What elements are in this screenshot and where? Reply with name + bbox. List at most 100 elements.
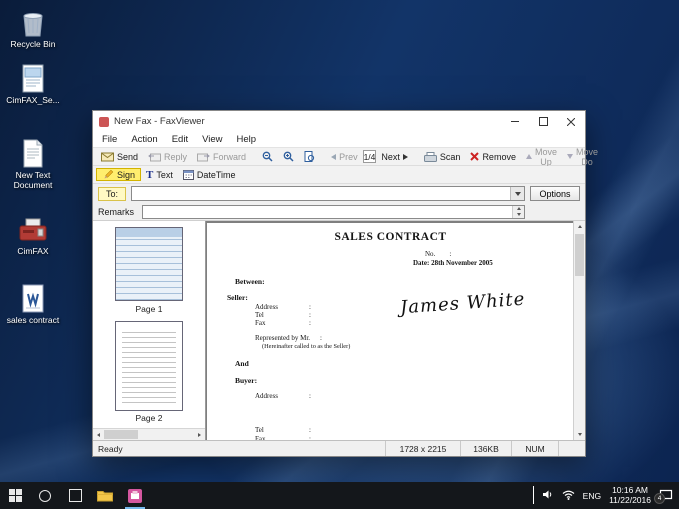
task-view-button[interactable]: [60, 482, 90, 509]
address-colon: :: [309, 303, 311, 311]
fit-page-button[interactable]: [299, 149, 320, 164]
cimfax-taskbar-button[interactable]: [120, 482, 150, 509]
menu-view[interactable]: View: [195, 134, 229, 145]
seller-fax-row: Fax :: [255, 319, 311, 327]
represented-colon: :: [320, 334, 322, 342]
page-2-label: Page 2: [93, 413, 205, 423]
seller-label: Seller:: [227, 293, 248, 302]
desktop-icon-label: CimFAX_Se...: [6, 96, 59, 106]
document-page[interactable]: SALES CONTRACT No. : Date: 28th November…: [207, 223, 574, 440]
minimize-button[interactable]: [501, 111, 529, 132]
desktop-icon-cimfax[interactable]: CimFAX: [2, 213, 64, 257]
scrollbar-track[interactable]: [574, 232, 585, 429]
zoom-in-icon: [283, 151, 294, 162]
menu-file[interactable]: File: [95, 134, 124, 145]
hidden-icons-button[interactable]: [533, 487, 534, 505]
menu-action[interactable]: Action: [124, 134, 164, 145]
scrollbar-track[interactable]: [104, 429, 194, 440]
recipient-row: To: Options: [93, 184, 585, 203]
remove-icon: [470, 152, 479, 161]
desktop-icon-sales-contract[interactable]: sales contract: [2, 282, 64, 326]
cimfax-app-icon: [127, 488, 143, 504]
buyer-fax-row: Fax :: [255, 435, 311, 440]
minimize-icon: [511, 121, 519, 122]
language-indicator[interactable]: ENG: [583, 491, 601, 501]
resize-grip[interactable]: [558, 441, 585, 456]
combobox-dropdown-button[interactable]: [510, 187, 524, 200]
fax-label: Fax: [255, 435, 309, 440]
fit-page-icon: [304, 151, 315, 162]
menu-edit[interactable]: Edit: [165, 134, 195, 145]
next-page-button[interactable]: Next: [376, 149, 413, 164]
datetime-label: DateTime: [197, 170, 236, 180]
fax-machine-icon: [19, 213, 47, 245]
tel-colon: :: [309, 426, 311, 434]
folder-icon: [97, 489, 113, 502]
tel-label: Tel: [255, 311, 309, 319]
cortana-icon: [39, 490, 51, 502]
titlebar[interactable]: New Fax - FaxViewer: [93, 111, 585, 132]
maximize-icon: [539, 117, 548, 126]
options-button[interactable]: Options: [530, 186, 580, 201]
scan-button[interactable]: Scan: [419, 149, 466, 164]
remove-button[interactable]: Remove: [465, 149, 521, 164]
recipient-combobox[interactable]: [131, 186, 525, 201]
prev-page-button[interactable]: Prev: [326, 149, 363, 164]
thumbnail-horizontal-scrollbar[interactable]: [93, 428, 205, 440]
page-2-thumbnail[interactable]: [115, 321, 183, 411]
forward-button[interactable]: Forward: [192, 149, 251, 164]
spinner-down-button[interactable]: [513, 212, 524, 218]
move-down-button[interactable]: Move Do: [562, 149, 603, 164]
zoom-in-button[interactable]: [278, 149, 299, 164]
faxviewer-app-icon: [99, 117, 109, 127]
scrollbar-thumb[interactable]: [575, 234, 584, 276]
arrow-right-icon: [198, 433, 201, 437]
thumbnail-text-lines: [122, 328, 176, 404]
scroll-right-button[interactable]: [194, 429, 205, 440]
action-center-button[interactable]: 4: [659, 489, 673, 502]
zoom-out-button[interactable]: [257, 149, 278, 164]
remarks-row: Remarks: [93, 203, 585, 220]
fax-colon: :: [309, 435, 311, 440]
send-button[interactable]: Send: [96, 149, 143, 164]
text-tool-button[interactable]: T Text: [141, 167, 178, 182]
faxviewer-window: New Fax - FaxViewer File Action Edit Vie…: [92, 110, 586, 457]
next-label: Next: [381, 152, 400, 162]
remarks-input[interactable]: [142, 205, 525, 219]
move-up-button[interactable]: Move Up: [521, 149, 562, 164]
desktop-icon-recycle-bin[interactable]: Recycle Bin: [2, 6, 64, 50]
start-button[interactable]: [0, 482, 30, 509]
reply-button[interactable]: Reply: [143, 149, 192, 164]
cortana-search-button[interactable]: [30, 482, 60, 509]
send-icon: [101, 152, 114, 162]
desktop-wallpaper: Recycle Bin CimFAX_Se... New Text Docume…: [0, 0, 679, 509]
to-button[interactable]: To:: [98, 187, 126, 201]
scrollbar-thumb[interactable]: [104, 430, 138, 439]
desktop-icon-label: sales contract: [7, 316, 59, 326]
forward-label: Forward: [213, 152, 246, 162]
scroll-down-button[interactable]: [574, 429, 585, 440]
remarks-spinner[interactable]: [512, 206, 524, 218]
sign-button[interactable]: Sign: [96, 168, 141, 181]
scan-label: Scan: [440, 152, 461, 162]
status-filesize: 136KB: [460, 441, 511, 456]
scroll-left-button[interactable]: [93, 429, 104, 440]
volume-button[interactable]: [542, 487, 554, 505]
desktop-icon-new-text-document[interactable]: New Text Document: [2, 137, 64, 190]
prev-label: Prev: [339, 152, 358, 162]
document-vertical-scrollbar[interactable]: [573, 221, 585, 440]
maximize-button[interactable]: [529, 111, 557, 132]
setup-file-icon: [21, 62, 45, 94]
datetime-button[interactable]: DateTime: [178, 167, 241, 182]
network-button[interactable]: [562, 487, 575, 505]
pencil-icon: [102, 169, 114, 181]
file-explorer-button[interactable]: [90, 482, 120, 509]
page-1-thumbnail[interactable]: [115, 227, 183, 301]
recycle-bin-icon: [20, 6, 46, 38]
menu-help[interactable]: Help: [230, 134, 264, 145]
page-indicator[interactable]: 1/4: [363, 150, 377, 163]
scroll-up-button[interactable]: [574, 221, 585, 232]
desktop-icon-cimfax-setup[interactable]: CimFAX_Se...: [2, 62, 64, 106]
close-button[interactable]: [557, 111, 585, 132]
taskbar-clock[interactable]: 10:16 AM 11/22/2016: [609, 486, 651, 505]
